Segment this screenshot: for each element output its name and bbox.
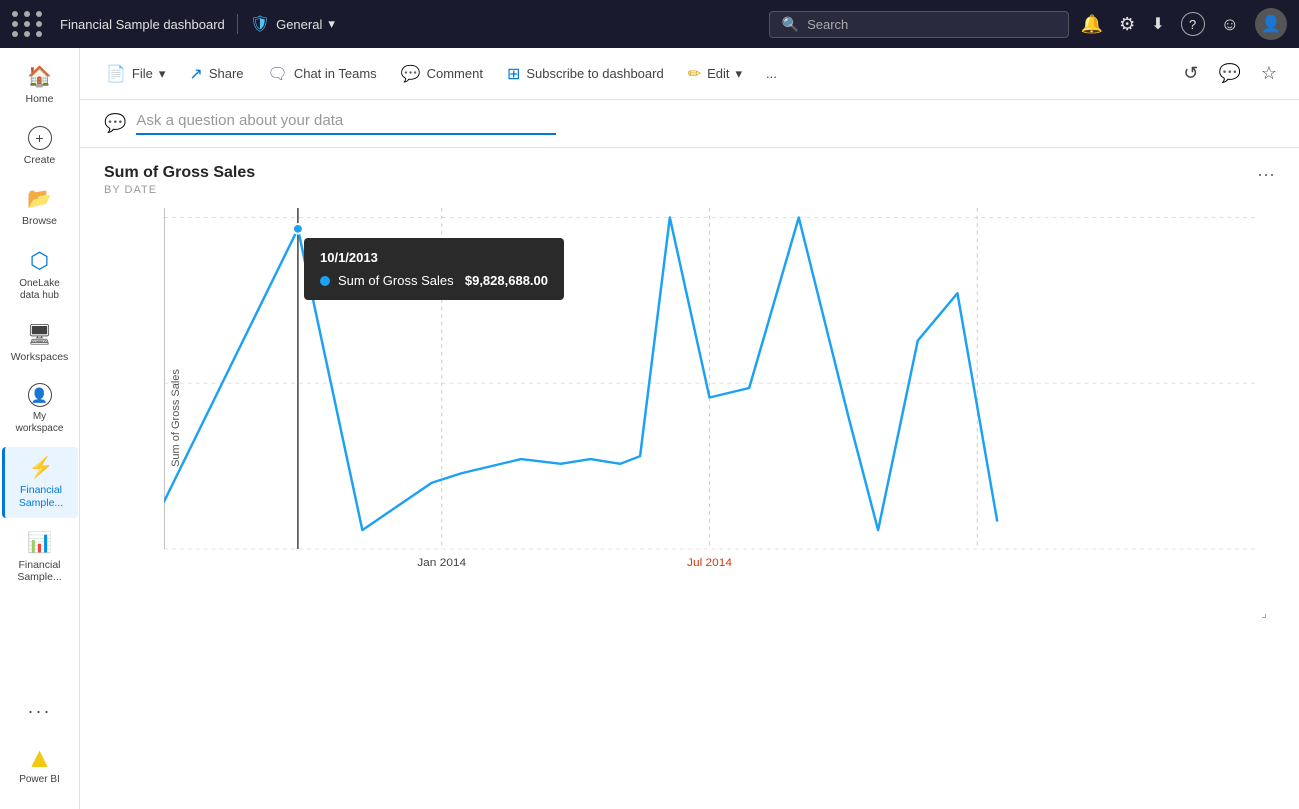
myworkspace-icon: 👤 [28,383,52,407]
file-button[interactable]: 📄 File ▾ [96,58,175,90]
powerbi-logo[interactable]: ▲ Power BI [15,734,64,793]
toolbar: 📄 File ▾ ↗ Share 🗨 Chat in Teams 💬 Comme… [80,48,1299,100]
workspace-label: General [276,17,322,32]
qa-input[interactable] [136,112,556,135]
pencil-icon: ✏ [688,64,701,84]
top-bar: Financial Sample dashboard 🛡 General ▾ 🔍… [0,0,1299,48]
sidebar: 🏠 Home + Create 📂 Browse ⬡ OneLakedata h… [0,48,80,809]
chart-title: Sum of Gross Sales [104,164,1275,182]
share-label: Share [209,66,244,81]
sidebar-item-financial2[interactable]: 📊 Financial Sample... [2,522,78,592]
comments-button[interactable]: 💬 [1212,57,1246,90]
search-bar[interactable]: 🔍 [769,11,1069,38]
subscribe-label: Subscribe to dashboard [526,66,663,81]
svg-text:Jul 2014: Jul 2014 [687,556,732,568]
search-input[interactable] [807,17,1056,32]
file-label: File [132,66,153,81]
toolbar-right: ↺ 💬 ☆ [1177,57,1283,90]
more-icon: ... [766,66,777,81]
sidebar-item-create[interactable]: + Create [2,118,78,175]
sidebar-bottom: ··· ▲ Power BI [2,693,78,801]
chevron-down-icon: ▾ [328,16,335,32]
notification-bell-button[interactable]: 🔔 [1081,14,1103,35]
sidebar-item-myworkspace[interactable]: 👤 Myworkspace [2,375,78,443]
sidebar-item-create-label: Create [24,154,56,167]
sidebar-item-financial2-label: Financial Sample... [6,559,74,584]
more-icon: ··· [28,701,52,722]
sidebar-item-workspaces[interactable]: 🖥 Workspaces [2,314,78,372]
title-divider [237,14,238,34]
sidebar-item-browse[interactable]: 📂 Browse [2,178,78,236]
refresh-button[interactable]: ↺ [1177,57,1204,90]
emoji-button[interactable]: ☺ [1221,14,1239,35]
main-layout: 🏠 Home + Create 📂 Browse ⬡ OneLakedata h… [0,48,1299,809]
tooltip-row: Sum of Gross Sales $9,828,688.00 [320,273,548,288]
chart-subtitle: BY DATE [104,184,1275,196]
chart-area: Sum of Gross Sales BY DATE ··· 10/1/2013… [80,148,1299,809]
edit-button[interactable]: ✏ Edit ▾ [678,58,752,90]
subscribe-button[interactable]: ⊞ Subscribe to dashboard [497,58,674,90]
financial2-icon: 📊 [27,530,52,555]
sidebar-item-onelake[interactable]: ⬡ OneLakedata hub [2,240,78,310]
settings-button[interactable]: ⚙ [1119,14,1135,35]
edit-label: Edit [707,66,729,81]
sidebar-item-browse-label: Browse [22,215,57,228]
shield-icon: 🛡 [250,14,270,34]
more-options-button[interactable]: ... [756,60,787,87]
y-axis-label: Sum of Gross Sales [170,358,182,478]
sidebar-item-myworkspace-label: Myworkspace [16,411,64,435]
top-bar-actions: 🔔 ⚙ ⬇ ? ☺ 👤 [1081,8,1287,40]
home-icon: 🏠 [27,64,52,89]
sidebar-item-financial1[interactable]: ⚡ Financial Sample... [2,447,78,517]
chart-tooltip: 10/1/2013 Sum of Gross Sales $9,828,688.… [304,238,564,300]
sidebar-item-home-label: Home [25,93,53,106]
workspaces-icon: 🖥 [27,322,52,347]
financial1-icon: ⚡ [29,455,54,480]
subscribe-icon: ⊞ [507,64,520,84]
resize-handle[interactable]: ⌟ [1261,606,1267,620]
chat-label: Chat in Teams [294,66,377,81]
sidebar-item-financial1-label: Financial Sample... [9,484,74,509]
sidebar-item-workspaces-label: Workspaces [11,351,69,364]
browse-icon: 📂 [27,186,52,211]
avatar[interactable]: 👤 [1255,8,1287,40]
tooltip-value: $9,828,688.00 [465,273,548,288]
tooltip-series-label: Sum of Gross Sales [338,273,457,288]
qa-icon: 💬 [104,113,126,134]
qa-bar: 💬 [80,100,1299,148]
sidebar-more-button[interactable]: ··· [2,693,78,730]
chat-in-teams-button[interactable]: 🗨 Chat in Teams [258,58,387,90]
sidebar-item-home[interactable]: 🏠 Home [2,56,78,114]
comment-label: Comment [427,66,483,81]
chart-options-button[interactable]: ··· [1257,164,1275,185]
workspace-selector[interactable]: 🛡 General ▾ [250,14,335,34]
help-button[interactable]: ? [1181,12,1205,36]
powerbi-icon: ▲ [26,742,54,774]
sidebar-item-onelake-label: OneLakedata hub [19,278,60,302]
comment-icon: 💬 [401,64,421,84]
dashboard-title: Financial Sample dashboard [60,17,225,32]
apps-grid-button[interactable] [12,11,44,37]
favorite-button[interactable]: ☆ [1255,57,1283,90]
file-chevron-icon: ▾ [159,66,166,82]
main-content: 📄 File ▾ ↗ Share 🗨 Chat in Teams 💬 Comme… [80,48,1299,809]
create-icon: + [28,126,52,150]
svg-text:Jan 2014: Jan 2014 [417,556,466,568]
comment-button[interactable]: 💬 Comment [391,58,493,90]
share-button[interactable]: ↗ Share [179,58,253,90]
tooltip-series-dot [320,276,330,286]
chart-container[interactable]: 10/1/2013 Sum of Gross Sales $9,828,688.… [104,208,1275,628]
tooltip-date: 10/1/2013 [320,250,548,265]
edit-chevron-icon: ▾ [736,66,743,82]
avatar-icon: 👤 [1261,14,1281,34]
file-icon: 📄 [106,64,126,84]
download-button[interactable]: ⬇ [1151,14,1164,34]
search-icon: 🔍 [782,16,799,33]
teams-icon: 🗨 [268,64,288,84]
share-icon: ↗ [189,64,202,84]
powerbi-label: Power BI [19,774,60,785]
onelake-icon: ⬡ [30,248,49,274]
